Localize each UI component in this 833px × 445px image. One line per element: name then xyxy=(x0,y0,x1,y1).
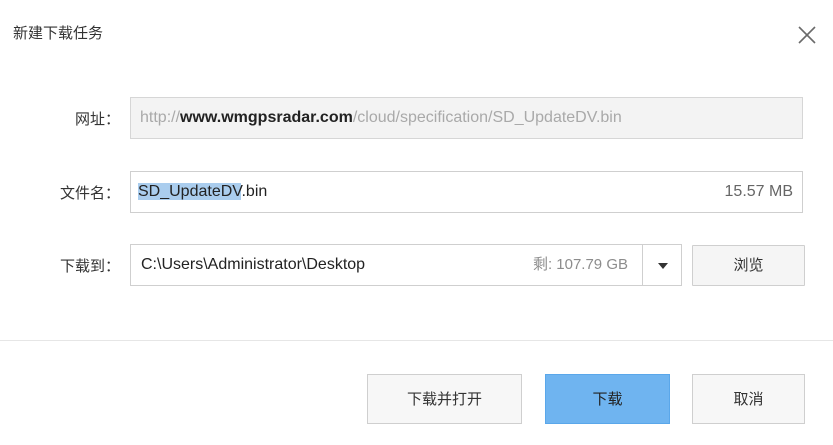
filename-label: 文件名： xyxy=(59,184,120,202)
url-path: /cloud/specification/SD_UpdateDV.bin xyxy=(352,109,622,126)
dialog-titlebar: 新建下载任务 xyxy=(0,0,833,64)
save-path-value: C:\Users\Administrator\Desktop xyxy=(141,256,366,273)
save-path-dropdown-button[interactable] xyxy=(642,244,682,286)
file-size: 15.57 MB xyxy=(724,183,793,200)
close-button[interactable] xyxy=(794,22,820,48)
cancel-button[interactable]: 取消 xyxy=(692,374,805,424)
save-path-input[interactable]: C:\Users\Administrator\Desktop 剩: 107.79… xyxy=(130,244,643,286)
save-to-label: 下载到： xyxy=(59,257,120,275)
footer-divider xyxy=(0,340,833,341)
filename-value: SD_UpdateDV.bin xyxy=(138,172,267,212)
chevron-down-icon xyxy=(658,263,668,269)
dialog-title: 新建下载任务 xyxy=(13,24,104,42)
download-button[interactable]: 下载 xyxy=(545,374,670,424)
new-download-dialog: 新建下载任务 网址： http://www.wmgpsradar.com/clo… xyxy=(0,0,833,445)
url-label: 网址： xyxy=(74,110,120,128)
url-domain: www.wmgpsradar.com xyxy=(180,109,353,126)
free-space-text: 剩: 107.79 GB xyxy=(532,256,628,273)
filename-selected-text: SD_UpdateDV xyxy=(138,183,242,200)
download-and-open-button[interactable]: 下载并打开 xyxy=(367,374,522,424)
close-icon xyxy=(798,26,816,44)
browse-button[interactable]: 浏览 xyxy=(692,245,805,286)
url-prefix: http:// xyxy=(140,109,181,126)
url-field[interactable]: http://www.wmgpsradar.com/cloud/specific… xyxy=(130,97,803,139)
filename-input[interactable]: SD_UpdateDV.bin 15.57 MB xyxy=(130,171,803,213)
filename-extension: .bin xyxy=(241,183,268,200)
